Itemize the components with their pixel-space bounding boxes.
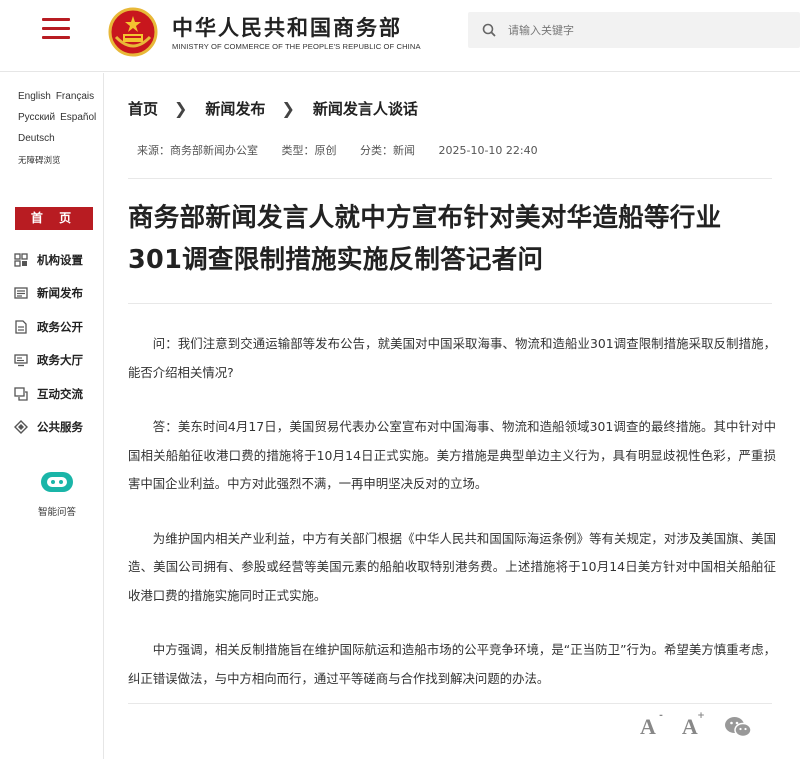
sidebar-item-home[interactable]: 首 页 (15, 207, 93, 230)
ministry-name-en: MINISTRY OF COMMERCE OF THE PEOPLE'S REP… (172, 42, 421, 51)
ministry-name-cn: 中华人民共和国商务部 (172, 16, 402, 40)
accessible-browsing-link[interactable]: 无障碍浏览 (18, 154, 104, 166)
sidebar-item-interaction[interactable]: 互动交流 (14, 377, 102, 411)
sidebar-item-service-hall[interactable]: 政务大厅 (14, 344, 102, 378)
news-icon (14, 287, 28, 299)
article-body: 问：我们注意到交通运输部等发布公告，就美国对中国采取海事、物流和造船业301调查… (128, 330, 776, 719)
page-title: 商务部新闻发言人就中方宣布针对美对华造船等行业301调查限制措施实施反制答记者问 (128, 203, 722, 275)
sidebar-item-news[interactable]: 新闻发布 (14, 277, 102, 311)
minus-sign: - (659, 711, 663, 721)
menu-icon[interactable] (42, 18, 70, 40)
sidebar-item-label: 政务公开 (37, 319, 83, 334)
lang-english-link[interactable]: English (18, 91, 51, 102)
article-meta: 来源：商务部新闻办公室 类型：原创 分类：新闻 2025-10-10 22:40 (137, 142, 558, 158)
article-source: 来源：商务部新闻办公室 (137, 144, 258, 157)
sidebar-item-label: 政务大厅 (37, 353, 83, 368)
lang-german-link[interactable]: Deutsch (18, 133, 55, 144)
org-chart-icon (14, 253, 28, 267)
monitor-icon (14, 354, 28, 367)
breadcrumb-home[interactable]: 首页 (128, 98, 158, 119)
chevron-right-icon: ❯ (281, 98, 295, 118)
divider (128, 178, 772, 179)
sidebar-item-government-affairs[interactable]: 政务公开 (14, 310, 102, 344)
language-links: English Français Русский Español Deutsch 无… (18, 91, 104, 166)
chat-icon (14, 387, 28, 401)
breadcrumb-spokesperson[interactable]: 新闻发言人谈话 (313, 98, 418, 119)
sidebar-item-label: 机构设置 (37, 252, 83, 267)
article-category: 分类：新闻 (360, 144, 415, 157)
search-box (468, 12, 800, 48)
sidebar-item-label: 互动交流 (37, 386, 83, 401)
lang-spanish-link[interactable]: Español (60, 112, 96, 123)
smart-assistant-label[interactable]: 智能问答 (22, 504, 92, 518)
sidebar-item-label: 新闻发布 (37, 286, 83, 301)
font-increase-button[interactable]: A + (682, 711, 705, 740)
sidebar: English Français Русский Español Deutsch 无… (0, 73, 104, 759)
wechat-share-icon[interactable] (724, 716, 752, 738)
divider (128, 303, 772, 304)
article-paragraph: 答：美东时间4月17日，美国贸易代表办公室宣布对中国海事、物流和造船领域301调… (128, 419, 776, 491)
lang-french-link[interactable]: Français (56, 91, 94, 102)
smart-assistant-icon[interactable] (39, 469, 75, 495)
service-icon (14, 420, 28, 435)
article-paragraph: 中方强调，相关反制措施旨在维护国际航运和造船市场的公平竞争环境，是“正当防卫”行… (128, 642, 776, 686)
article-paragraph: 问：我们注意到交通运输部等发布公告，就美国对中国采取海事、物流和造船业301调查… (128, 336, 776, 380)
article-paragraph: 为维护国内相关产业利益，中方有关部门根据《中华人民共和国国际海运条例》等有关规定… (128, 530, 776, 603)
chevron-right-icon: ❯ (174, 98, 188, 118)
article-type: 类型：原创 (281, 144, 337, 157)
divider (128, 703, 772, 704)
font-decrease-button[interactable]: A- (640, 711, 663, 740)
sidebar-item-organization[interactable]: 机构设置 (14, 243, 102, 277)
search-icon[interactable] (482, 23, 496, 37)
plus-sign: + (697, 711, 705, 721)
sidebar-nav: 机构设置 新闻发布 政务公开 政务大厅 互动交流 公共服务 (14, 243, 102, 444)
article-tools: A- A + (640, 711, 752, 740)
sidebar-item-public-service[interactable]: 公共服务 (14, 411, 102, 445)
national-emblem-icon[interactable] (108, 7, 158, 57)
breadcrumb-news[interactable]: 新闻发布 (205, 98, 265, 119)
site-header: 中华人民共和国商务部 MINISTRY OF COMMERCE OF THE P… (0, 0, 800, 72)
sidebar-item-label: 公共服务 (37, 420, 83, 435)
article-date: 2025-10-10 22:40 (438, 144, 538, 157)
lang-russian-link[interactable]: Русский (18, 112, 55, 123)
breadcrumb: 首页 ❯ 新闻发布 ❯ 新闻发言人谈话 (128, 96, 418, 120)
document-icon (15, 320, 27, 334)
search-input[interactable] (508, 23, 788, 37)
